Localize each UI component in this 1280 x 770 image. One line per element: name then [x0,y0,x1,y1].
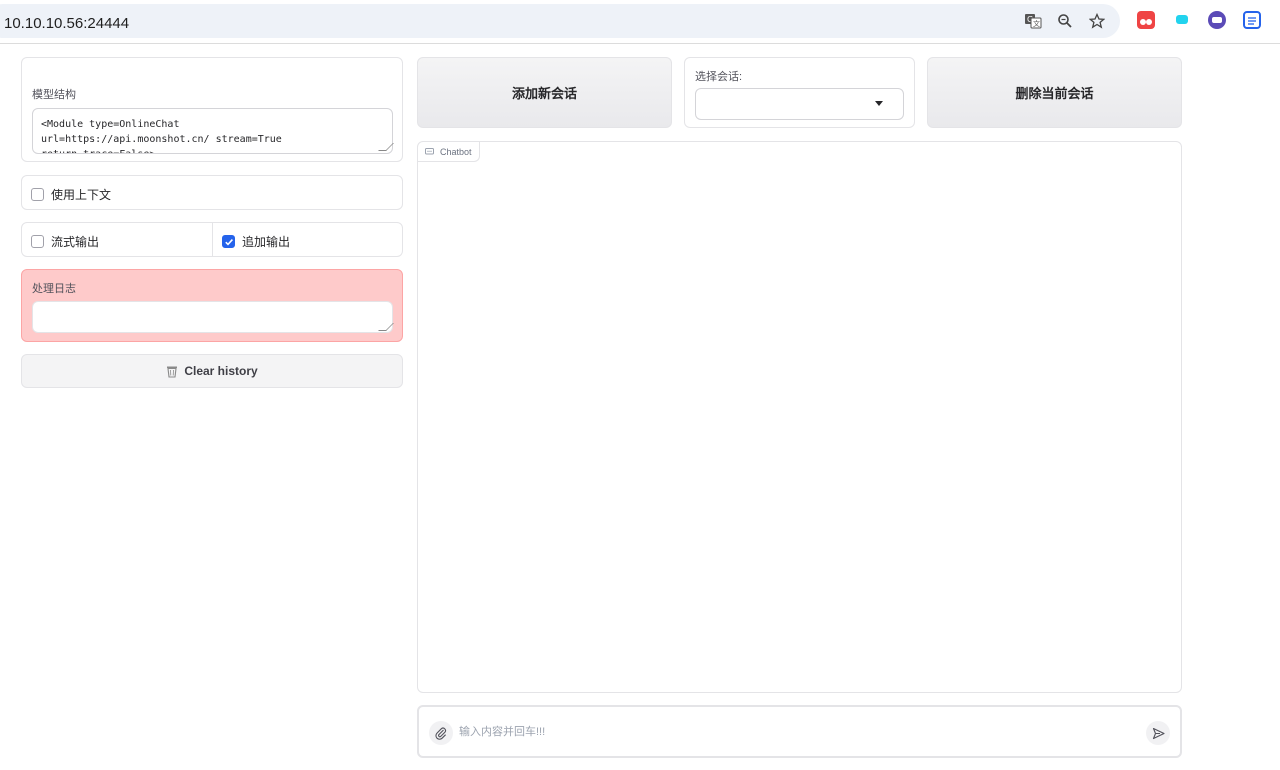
zoom-icon[interactable] [1055,11,1075,31]
stream-output-label: 流式输出 [51,235,100,249]
extension-purple-icon[interactable] [1208,11,1226,29]
bookmark-star-icon[interactable] [1087,11,1107,31]
use-context-option[interactable]: 使用上下文 [31,186,111,203]
use-context-label: 使用上下文 [51,188,112,202]
address-bar[interactable]: 10.10.10.56:24444 [0,4,1120,38]
extension-reader-icon[interactable] [1243,11,1261,29]
append-output-checkbox[interactable] [222,235,235,248]
extension-red-icon[interactable] [1137,11,1155,29]
use-context-checkbox[interactable] [31,188,44,201]
use-context-panel: 使用上下文 [21,175,403,210]
clear-history-label: Clear history [184,364,258,378]
processing-log-label: 处理日志 [32,283,76,295]
url-text[interactable]: 10.10.10.56:24444 [4,15,129,32]
session-select-dropdown[interactable] [695,88,904,120]
add-session-button[interactable]: 添加新会话 [417,57,672,128]
message-input[interactable] [459,723,1119,741]
delete-session-button[interactable]: 删除当前会话 [927,57,1182,128]
message-input-bar [417,705,1182,758]
output-options-panel: 流式输出 追加输出 [21,222,403,257]
translate-icon[interactable]: G文 [1023,11,1043,31]
checkmark-icon [224,238,233,246]
svg-text:文: 文 [1033,19,1040,28]
paperclip-icon[interactable] [429,721,453,745]
session-select-panel: 选择会话: [684,57,915,128]
extension-cyan-icon[interactable] [1176,15,1188,24]
chatbot-tag: Chatbot [418,142,480,162]
model-structure-label: 模型结构 [32,89,76,101]
append-output-option[interactable]: 追加输出 [222,233,290,250]
trash-icon [166,365,178,378]
stream-output-option[interactable]: 流式输出 [31,233,99,250]
model-structure-panel: 模型结构 <Module type=OnlineChat url=https:/… [21,57,403,162]
send-icon[interactable] [1146,721,1170,745]
browser-toolbar: 10.10.10.56:24444 G文 [0,0,1280,44]
stream-output-checkbox[interactable] [31,235,44,248]
session-select-label: 选择会话: [695,71,743,83]
chatbot-panel: Chatbot [417,141,1182,693]
append-output-label: 追加输出 [242,235,291,249]
caret-down-icon [875,101,883,106]
processing-log-textarea[interactable] [32,301,393,333]
processing-log-panel: 处理日志 [21,269,403,342]
chatbot-tag-label: Chatbot [440,146,472,157]
model-structure-textarea[interactable]: <Module type=OnlineChat url=https://api.… [32,108,393,154]
chat-bubble-icon [425,147,434,156]
divider [212,223,213,256]
clear-history-button[interactable]: Clear history [21,354,403,388]
